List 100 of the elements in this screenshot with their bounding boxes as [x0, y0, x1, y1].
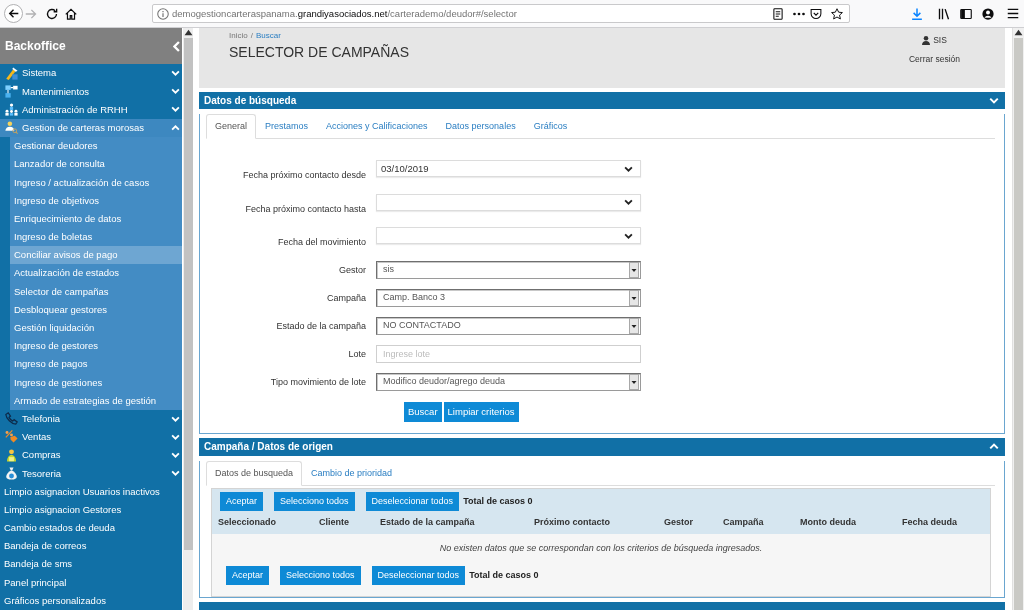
column-header: Fecha deuda	[902, 516, 957, 528]
action-button[interactable]: Buscar	[404, 401, 442, 422]
field-label: Fecha del movimiento	[276, 236, 366, 249]
download-icon[interactable]	[911, 7, 923, 20]
books-icon[interactable]	[938, 7, 950, 20]
org-chart-icon	[5, 102, 18, 116]
tab[interactable]: General	[206, 114, 257, 139]
sidebar-item[interactable]: Lanzador de consulta	[10, 154, 182, 174]
sidebar-item[interactable]: Telefonia	[0, 409, 182, 428]
sidebar-item[interactable]: Ingreso de boletas	[10, 227, 182, 246]
field-label: Fecha próximo contacto hasta	[244, 202, 366, 216]
chevron-down-icon	[171, 415, 180, 422]
shield-chevron-icon[interactable]	[810, 7, 822, 20]
date-field[interactable]	[376, 227, 641, 244]
sidebar-item[interactable]: Limpio asignacion Gestores	[0, 500, 182, 519]
back-button[interactable]	[4, 4, 23, 23]
menu-icon[interactable]	[1007, 8, 1019, 19]
dropdown[interactable]: Modifico deudor/agrego deuda	[376, 372, 641, 391]
sidebar-item[interactable]: Cambio estados de deuda	[0, 518, 182, 537]
breadcrumb-link[interactable]: Buscar	[255, 31, 281, 41]
dropdown[interactable]: NO CONTACTADO	[376, 316, 641, 335]
sidebar-item[interactable]: Sistema	[0, 64, 182, 83]
more-icon[interactable]	[793, 11, 805, 16]
action-button[interactable]: Deseleccionar todos	[371, 565, 466, 585]
empty-message: No existen datos que se correspondan con los criterios de búsqueda ingresados.	[438, 541, 764, 554]
sidebar-item[interactable]: Ingreso de pagos	[10, 355, 182, 374]
panel-title: Campaña / Datos de origen	[204, 440, 333, 453]
sidebar-item[interactable]: Gestion de carteras morosas	[0, 118, 182, 137]
column-header: Gestor	[664, 516, 693, 528]
triangle-up-icon[interactable]	[1014, 28, 1023, 37]
sidebar-item[interactable]: Armado de estrategias de gestión	[10, 391, 182, 410]
sidebar-item[interactable]: Ingreso / actualización de casos	[10, 173, 182, 192]
sidebar-item[interactable]: Selector de campañas	[10, 282, 182, 301]
document-icon[interactable]	[772, 7, 784, 20]
address-bar[interactable]: demogestioncarteraspanama.grandiyasociados.net/carterademo/deudor#/selector	[152, 4, 850, 23]
chevron-down-icon	[171, 70, 180, 77]
action-button[interactable]: Aceptar	[226, 565, 270, 585]
info-icon[interactable]	[157, 7, 169, 20]
dropdown[interactable]: sis	[376, 260, 641, 279]
sidebar-item[interactable]: Bandeja de correos	[0, 536, 182, 556]
triangle-up-icon[interactable]	[183, 28, 193, 37]
sidebar-item[interactable]: Actualización de estados	[10, 264, 182, 283]
person-search-icon	[5, 121, 18, 135]
sidebar-item[interactable]: Ventas	[0, 427, 182, 446]
sidebar-item[interactable]: Bandeja de sms	[0, 555, 182, 574]
chevron-down-icon	[171, 470, 180, 477]
tab[interactable]: Datos personales	[436, 114, 525, 139]
column-header: Campaña	[723, 516, 764, 528]
percent-tag-icon	[5, 430, 18, 444]
user-icon	[922, 36, 931, 45]
sidebar-item[interactable]: Ingreso de gestores	[10, 336, 182, 355]
sidebar-title: Backoffice	[5, 38, 66, 54]
sidebar-item[interactable]: Desbloquear gestores	[10, 300, 182, 319]
sidebar-item[interactable]: Conciliar avisos de pago	[10, 245, 182, 265]
action-button[interactable]: Selecciono todos	[274, 491, 355, 511]
scrollbar-thumb[interactable]	[183, 38, 193, 550]
sidebar-item[interactable]: Gestionar deudores	[10, 136, 182, 155]
sidebar-item[interactable]: Compras	[0, 445, 182, 465]
logout-link[interactable]: Cerrar sesión	[908, 54, 960, 65]
chevron-left-icon[interactable]	[173, 40, 180, 52]
chevron-down-icon	[624, 232, 633, 239]
tab[interactable]: Acciones y Calificaciones	[317, 114, 437, 139]
action-button[interactable]: Aceptar	[220, 491, 264, 511]
chevron-down-icon	[171, 106, 180, 113]
sidebar-item[interactable]: Gestión liquidación	[10, 318, 182, 337]
sidebar-item[interactable]: Tesoreria	[0, 464, 182, 483]
date-field[interactable]: 03/10/2019	[376, 160, 641, 177]
sidebar-item[interactable]: Mantenimientos	[0, 82, 182, 101]
chevron-up-icon[interactable]	[989, 443, 999, 450]
action-button[interactable]: Selecciono todos	[280, 565, 361, 585]
chevron-up-icon	[171, 124, 180, 131]
sidebar-item[interactable]: Gráficos personalizados	[0, 591, 182, 610]
chevron-down-icon	[624, 165, 633, 172]
tab[interactable]: Datos de busqueda	[206, 460, 303, 486]
sidebar-item[interactable]: Panel principal	[0, 573, 182, 592]
star-icon[interactable]	[831, 7, 843, 20]
tab[interactable]: Cambio de prioridad	[302, 460, 402, 486]
text-field[interactable]: Ingrese lote	[376, 344, 641, 363]
chevron-down-icon	[171, 452, 180, 459]
breadcrumb-link[interactable]: Inicio	[229, 31, 248, 41]
action-button[interactable]: Deseleccionar todos	[365, 491, 460, 511]
sidebar-item[interactable]: Administración de RRHH	[0, 100, 182, 119]
tab[interactable]: Prestamos	[256, 114, 318, 139]
dropdown[interactable]: Camp. Banco 3	[376, 288, 641, 307]
panel-icon[interactable]	[960, 7, 972, 20]
tab[interactable]: Gráficos	[524, 114, 577, 139]
reload-icon[interactable]	[46, 7, 58, 20]
home-icon[interactable]	[65, 7, 77, 20]
sidebar-item[interactable]: Enriquecimiento de datos	[10, 209, 182, 228]
date-field[interactable]	[376, 193, 641, 211]
chevron-down-icon	[171, 433, 180, 440]
panel-title: Datos de búsqueda	[204, 94, 297, 107]
sidebar-item[interactable]: Limpio asignacion Usuarios inactivos	[0, 482, 182, 501]
user-circle-icon[interactable]	[982, 7, 994, 20]
sidebar-item[interactable]: Ingreso de gestiones	[10, 373, 182, 392]
sidebar-item[interactable]: Ingreso de objetivos	[10, 191, 182, 210]
field-label: Gestor	[338, 263, 366, 277]
chevron-down-icon[interactable]	[989, 97, 999, 104]
scrollbar-thumb[interactable]	[1014, 38, 1023, 610]
action-button[interactable]: Limpiar criterios	[443, 401, 519, 422]
